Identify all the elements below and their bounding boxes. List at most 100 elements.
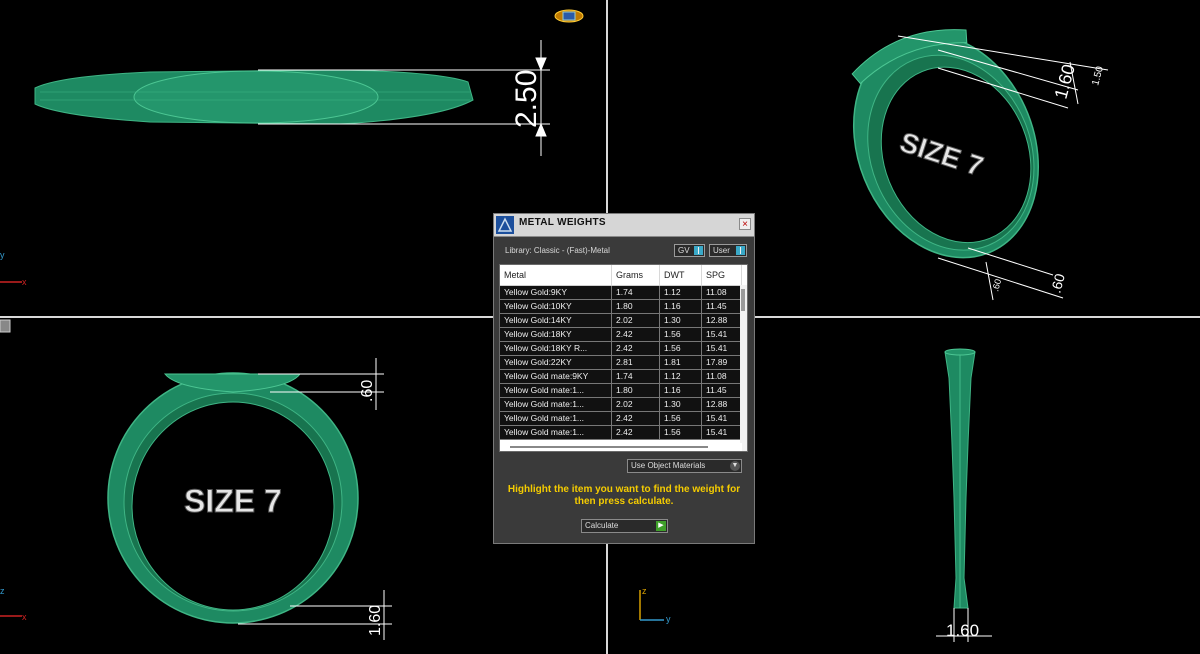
table-cell: 1.30 [660,398,702,411]
axis-indicator-bottom-right: z y [639,586,671,624]
table-cell: 2.02 [612,314,660,327]
table-cell: Yellow Gold mate:1... [500,398,612,411]
table-cell: 1.30 [660,314,702,327]
size-engraving-front: SIZE 7 [184,483,282,519]
scroll-thumb-horizontal[interactable] [510,446,708,448]
svg-text:x: x [22,612,27,622]
table-cell: 1.16 [660,384,702,397]
gv-indicator-icon [694,246,703,255]
table-cell: Yellow Gold mate:1... [500,384,612,397]
table-cell: Yellow Gold mate:9KY [500,370,612,383]
ring-side-view [944,348,976,609]
axis-indicator: x y [0,250,27,287]
dimension-label-tr-3: .60 [1047,272,1068,295]
table-cell: 2.42 [612,342,660,355]
dimension-label-top-left: 2.50 [510,70,543,128]
table-cell: 2.81 [612,356,660,369]
table-cell: 15.41 [702,426,742,439]
table-cell: 1.74 [612,286,660,299]
horizontal-scrollbar[interactable] [500,443,742,451]
table-cell: 1.12 [660,286,702,299]
table-cell: 1.81 [660,356,702,369]
table-cell: 2.42 [612,412,660,425]
column-header-dwt[interactable]: DWT [660,265,702,285]
ring-top-view [34,69,474,125]
table-cell: 1.80 [612,384,660,397]
table-cell: 2.42 [612,426,660,439]
dialog-title-bar[interactable]: METAL WEIGHTS × [494,214,754,237]
table-row[interactable]: Yellow Gold:14KY 2.02 1.30 12.88 [500,314,747,328]
svg-text:y: y [666,614,671,624]
table-body: Yellow Gold:9KY 1.74 1.12 11.08 Yellow Gold:… [500,286,747,440]
table-cell: 12.88 [702,314,742,327]
table-cell: 1.56 [660,328,702,341]
user-indicator-icon [736,246,745,255]
table-cell: 1.80 [612,300,660,313]
table-cell: 15.41 [702,412,742,425]
svg-text:z: z [642,586,647,596]
table-cell: 1.12 [660,370,702,383]
metal-weights-dialog[interactable]: METAL WEIGHTS × Library: Classic - (Fast… [493,213,755,544]
close-icon[interactable]: × [739,218,751,230]
column-header-metal[interactable]: Metal [500,265,612,285]
dimension-label-br: 1.60 [946,621,979,640]
calculate-button[interactable]: Calculate ▶ [581,519,668,533]
gv-toggle[interactable]: GV [674,244,705,257]
table-row[interactable]: Yellow Gold mate:1... 1.80 1.16 11.45 [500,384,747,398]
table-cell: 15.41 [702,328,742,341]
dimension-label-bl-1: .60 [359,380,376,402]
play-icon: ▶ [656,521,666,531]
table-cell: 1.56 [660,342,702,355]
table-row[interactable]: Yellow Gold mate:9KY 1.74 1.12 11.08 [500,370,747,384]
dimension-label-bl-2: 1.60 [367,605,384,636]
scroll-thumb[interactable] [741,289,745,311]
table-cell: Yellow Gold mate:1... [500,412,612,425]
viewport-menu-icon[interactable] [0,319,11,333]
table-cell: 17.89 [702,356,742,369]
table-cell: Yellow Gold:9KY [500,286,612,299]
table-cell: Yellow Gold:14KY [500,314,612,327]
table-row[interactable]: Yellow Gold:10KY 1.80 1.16 11.45 [500,300,747,314]
table-cell: Yellow Gold mate:1... [500,426,612,439]
vertical-scrollbar[interactable] [740,285,747,451]
table-cell: Yellow Gold:18KY R... [500,342,612,355]
chevron-down-icon: ▼ [730,461,740,471]
table-row[interactable]: Yellow Gold mate:1... 2.42 1.56 15.41 [500,426,747,440]
nav-cube-icon[interactable] [554,9,584,23]
table-cell: 2.02 [612,398,660,411]
table-row[interactable]: Yellow Gold mate:1... 2.02 1.30 12.88 [500,398,747,412]
library-label: Library: Classic - (Fast)-Metal [505,246,610,255]
table-cell: 15.41 [702,342,742,355]
table-row[interactable]: Yellow Gold mate:1... 2.42 1.56 15.41 [500,412,747,426]
materials-select[interactable]: Use Object Materials ▼ [627,459,742,473]
table-row[interactable]: Yellow Gold:18KY R... 2.42 1.56 15.41 [500,342,747,356]
table-cell: 11.45 [702,300,742,313]
metal-table[interactable]: Metal Grams DWT SPG Yellow Gold:9KY 1.74 1… [499,264,748,452]
table-cell: 1.56 [660,412,702,425]
table-cell: 1.56 [660,426,702,439]
dimension-label-tr-1: 1.60 [1051,62,1079,101]
table-row[interactable]: Yellow Gold:18KY 2.42 1.56 15.41 [500,328,747,342]
table-cell: Yellow Gold:10KY [500,300,612,313]
table-row[interactable]: Yellow Gold:9KY 1.74 1.12 11.08 [500,286,747,300]
table-cell: 11.45 [702,384,742,397]
dialog-title: METAL WEIGHTS [519,217,606,228]
column-header-grams[interactable]: Grams [612,265,660,285]
svg-text:z: z [0,586,5,596]
dimension-label-tr-4: .60 [990,278,1003,293]
table-header: Metal Grams DWT SPG [500,265,747,286]
svg-text:y: y [0,250,5,260]
svg-text:x: x [22,277,27,287]
axis-indicator-bottom-left: x z [0,586,27,622]
table-row[interactable]: Yellow Gold:22KY 2.81 1.81 17.89 [500,356,747,370]
table-cell: 11.08 [702,370,742,383]
table-cell: 11.08 [702,286,742,299]
table-cell: Yellow Gold:22KY [500,356,612,369]
column-header-spg[interactable]: SPG [702,265,742,285]
table-cell: Yellow Gold:18KY [500,328,612,341]
instruction-text: Highlight the item you want to find the … [507,484,741,507]
user-toggle[interactable]: User [709,244,747,257]
app-logo-icon [496,216,514,234]
table-cell: 12.88 [702,398,742,411]
table-cell: 1.74 [612,370,660,383]
